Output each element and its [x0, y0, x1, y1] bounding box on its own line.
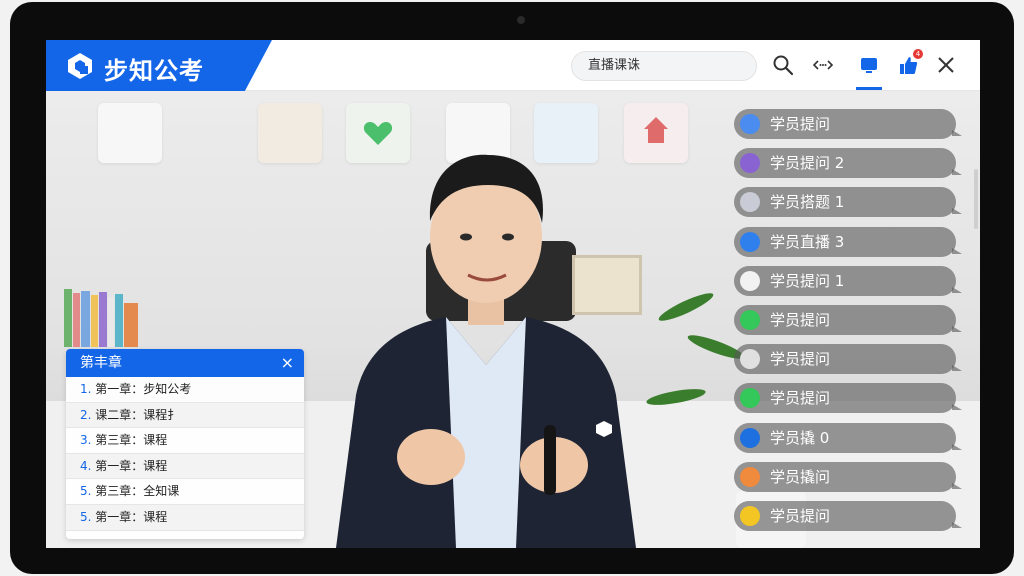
chapter-title: 课二章：课程扌: [95, 407, 180, 422]
chapter-panel-header: 第丰章 ×: [66, 349, 304, 377]
close-icon[interactable]: [933, 52, 959, 78]
like-icon[interactable]: 4: [895, 49, 923, 78]
live-video[interactable]: 第丰章 × 1. 第一章：步知公考 2. 课二章：课程扌 3. 第三章：课程 4…: [46, 91, 980, 548]
live-icon[interactable]: [856, 52, 882, 78]
chapter-panel-title: 第丰章: [80, 355, 122, 371]
chapter-title: 第一章：课程: [95, 509, 168, 524]
comment-bubble[interactable]: 学员提问: [734, 383, 962, 414]
user-avatar-icon: [740, 505, 760, 526]
chapter-panel: 第丰章 × 1. 第一章：步知公考 2. 课二章：课程扌 3. 第三章：课程 4…: [66, 349, 304, 539]
chapter-title: 第三章：全知课: [95, 484, 180, 499]
camera-dot: [517, 16, 525, 24]
comment-bubble[interactable]: 学员提问: [734, 304, 962, 335]
chapter-item[interactable]: 2. 课二章：课程扌: [66, 402, 304, 429]
chapter-number: 3.: [80, 433, 92, 448]
top-bar: 步知公考 直播课诛 4: [46, 40, 980, 91]
search-icon[interactable]: [770, 52, 796, 78]
plant: [656, 288, 716, 326]
comment-text: 学员提问: [770, 389, 831, 408]
user-avatar-icon: [740, 114, 760, 134]
comment-bubble[interactable]: 学员撬 0: [734, 422, 962, 453]
chapter-item[interactable]: 5. 第三章：全知课: [66, 479, 304, 505]
user-avatar-icon: [740, 270, 760, 291]
chapter-number: 2.: [80, 407, 92, 422]
wall-decoration: [258, 103, 322, 163]
comment-text: 学员撬问: [770, 467, 831, 486]
comment-bubble[interactable]: 学员提问: [734, 344, 962, 375]
brand-name: 步知公考: [104, 57, 204, 85]
user-avatar-icon: [740, 388, 760, 409]
comment-bubble[interactable]: 学员提问 1: [734, 265, 962, 296]
chapter-item[interactable]: 4. 第一章：课程: [66, 453, 304, 480]
comment-stream: 学员提问 学员提问 2 学员搭题 1 学员直播 3 学员提问 1 学员提问 学员…: [734, 109, 962, 540]
chapter-item[interactable]: 1. 第一章：步知公考: [66, 377, 304, 403]
comment-bubble[interactable]: 学员直播 3: [734, 226, 962, 257]
scrollbar[interactable]: [974, 169, 978, 229]
user-avatar-icon: [740, 349, 760, 370]
comment-text: 学员提问 1: [770, 271, 845, 290]
brand-logo-icon: [68, 53, 92, 79]
notification-badge: 4: [913, 49, 923, 59]
comment-text: 学员撬 0: [770, 428, 830, 447]
comment-bubble[interactable]: 学员搭题 1: [734, 187, 962, 218]
comment-bubble[interactable]: 学员撬问: [734, 461, 962, 492]
user-avatar-icon: [740, 427, 760, 448]
code-icon[interactable]: [810, 52, 836, 78]
bookshelf: [64, 289, 138, 347]
user-avatar-icon: [740, 309, 760, 330]
chapter-title: 第一章：课程: [95, 458, 168, 473]
presenter: [336, 154, 636, 548]
comment-bubble[interactable]: 学员提问: [734, 500, 962, 531]
comment-bubble[interactable]: 学员提问: [734, 109, 962, 139]
chapter-item[interactable]: 3. 第三章：课程: [66, 428, 304, 454]
chapter-number: 4.: [80, 458, 92, 473]
comment-text: 学员提问: [770, 506, 831, 525]
wall-decoration: [98, 103, 162, 163]
comment-bubble[interactable]: 学员提问 2: [734, 148, 962, 179]
user-avatar-icon: [740, 466, 760, 487]
search-input[interactable]: 直播课诛: [571, 51, 757, 81]
comment-text: 学员提问 2: [770, 154, 845, 173]
user-avatar-icon: [740, 192, 760, 213]
chapter-number: 5.: [80, 484, 92, 499]
close-icon[interactable]: ×: [281, 349, 294, 377]
chapter-title: 第一章：步知公考: [95, 382, 192, 396]
user-avatar-icon: [740, 153, 760, 174]
comment-text: 学员提问: [770, 310, 831, 329]
comment-text: 学员提问: [770, 350, 831, 369]
comment-text: 学员直播 3: [770, 232, 845, 251]
chapter-number: 5.: [80, 509, 92, 524]
app-screen: 步知公考 直播课诛 4 第丰章 × 1. 第一章：步知公考 2. 课二章：课程扌…: [46, 40, 980, 548]
comment-text: 学员搭题 1: [770, 193, 845, 212]
chapter-number: 1.: [80, 382, 92, 396]
comment-text: 学员提问: [770, 115, 831, 133]
chapter-item[interactable]: 5. 第一章：课程: [66, 504, 304, 531]
user-avatar-icon: [740, 231, 760, 252]
chapter-title: 第三章：课程: [95, 433, 168, 448]
brand-area[interactable]: 步知公考: [46, 40, 272, 91]
active-tab-indicator: [856, 87, 882, 90]
